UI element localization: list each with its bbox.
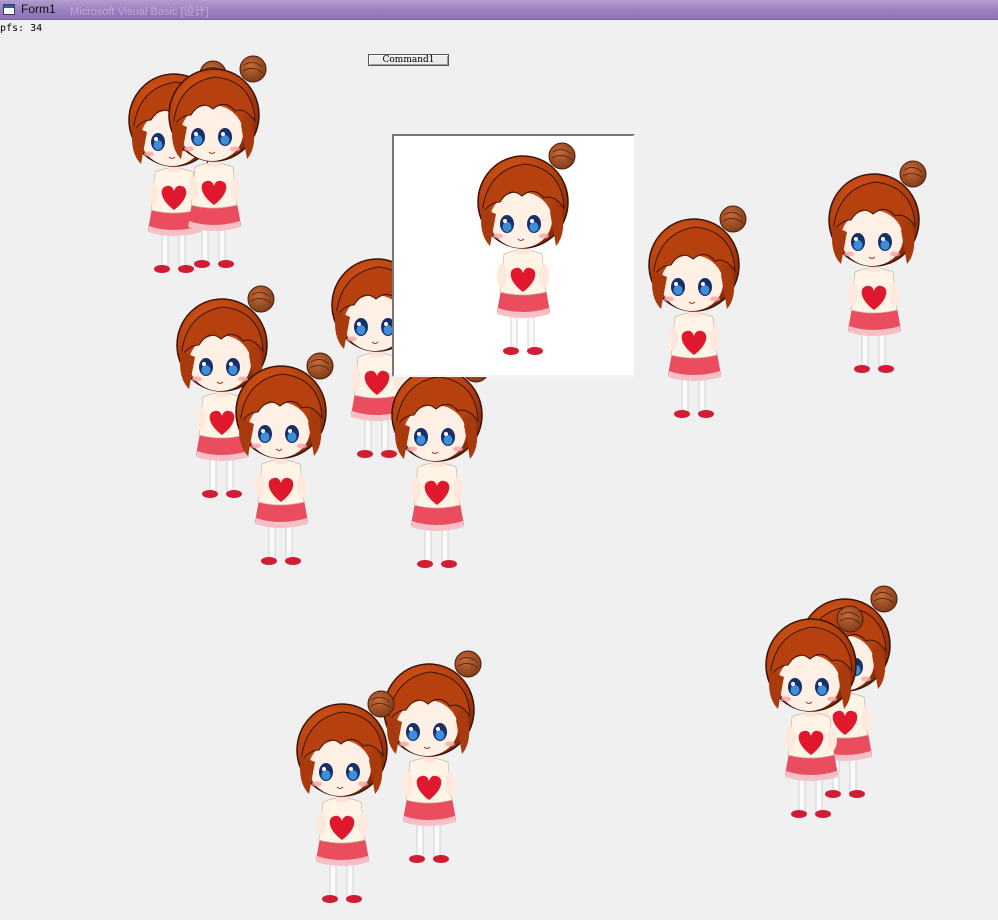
chibi-girl-sprite	[168, 55, 267, 269]
chibi-girl-sprite	[235, 352, 334, 566]
title-bar[interactable]: Form1 Microsoft Visual Basic [设计]	[0, 0, 998, 20]
chibi-girl-sprite	[765, 605, 864, 819]
chibi-girl-sprite	[391, 355, 490, 569]
chibi-girl-sprite	[296, 690, 395, 904]
window-title: Form1	[21, 2, 56, 16]
form-window-icon	[3, 4, 15, 15]
command1-button[interactable]: Command1	[368, 54, 449, 66]
chibi-girl-sprite	[648, 205, 747, 419]
window-title-ghost: Microsoft Visual Basic [设计]	[70, 6, 209, 18]
fps-label: pfs: 34	[0, 23, 43, 34]
picture-box[interactable]	[392, 134, 635, 377]
chibi-girl-sprite	[477, 142, 576, 356]
chibi-girl-sprite	[828, 160, 927, 374]
